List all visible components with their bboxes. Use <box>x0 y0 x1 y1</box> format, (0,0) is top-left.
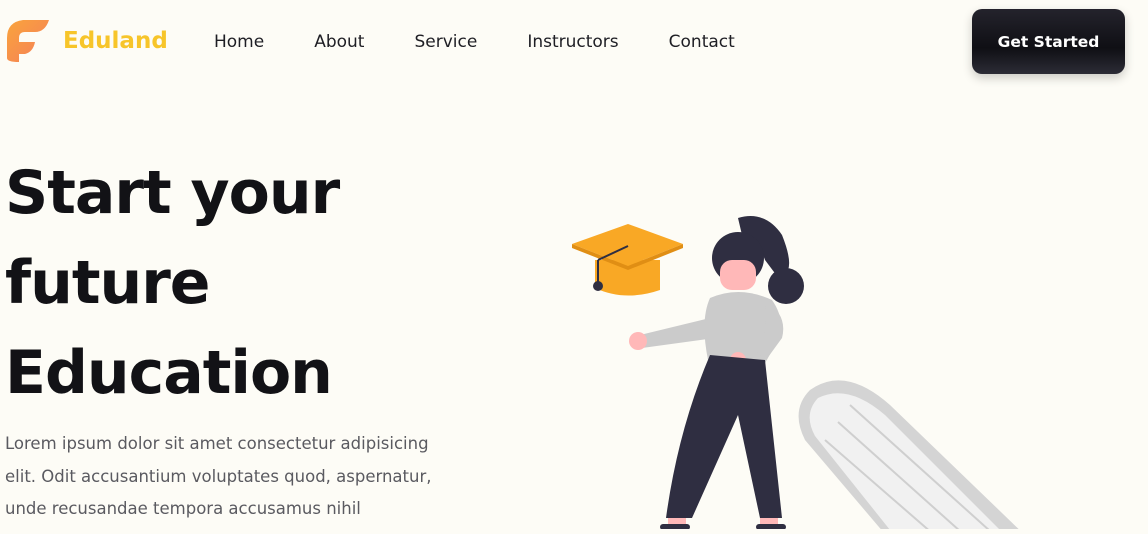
nav-contact[interactable]: Contact <box>669 30 735 54</box>
nav-instructors[interactable]: Instructors <box>527 30 618 54</box>
hero-illustration <box>560 200 1120 534</box>
hero-title: Start your future Education <box>5 148 340 418</box>
nav-about[interactable]: About <box>314 30 364 54</box>
nav-home[interactable]: Home <box>214 30 264 54</box>
hero-title-line: future <box>5 248 211 318</box>
brand-logo[interactable]: Eduland <box>5 18 168 64</box>
hero-title-line: Education <box>5 338 333 408</box>
nav-service[interactable]: Service <box>414 30 477 54</box>
hero-title-line: Start your <box>5 158 340 228</box>
graduation-cap-icon <box>572 224 683 296</box>
pencil-icon <box>798 380 1024 534</box>
brand-name: Eduland <box>63 28 168 54</box>
navbar: Eduland Home About Service Instructors C… <box>0 0 1148 84</box>
get-started-button[interactable]: Get Started <box>972 9 1125 74</box>
eduland-logo-icon <box>5 18 51 64</box>
hero-description: Lorem ipsum dolor sit amet consectetur a… <box>5 434 432 518</box>
nav-links: Home About Service Instructors Contact <box>214 30 785 54</box>
